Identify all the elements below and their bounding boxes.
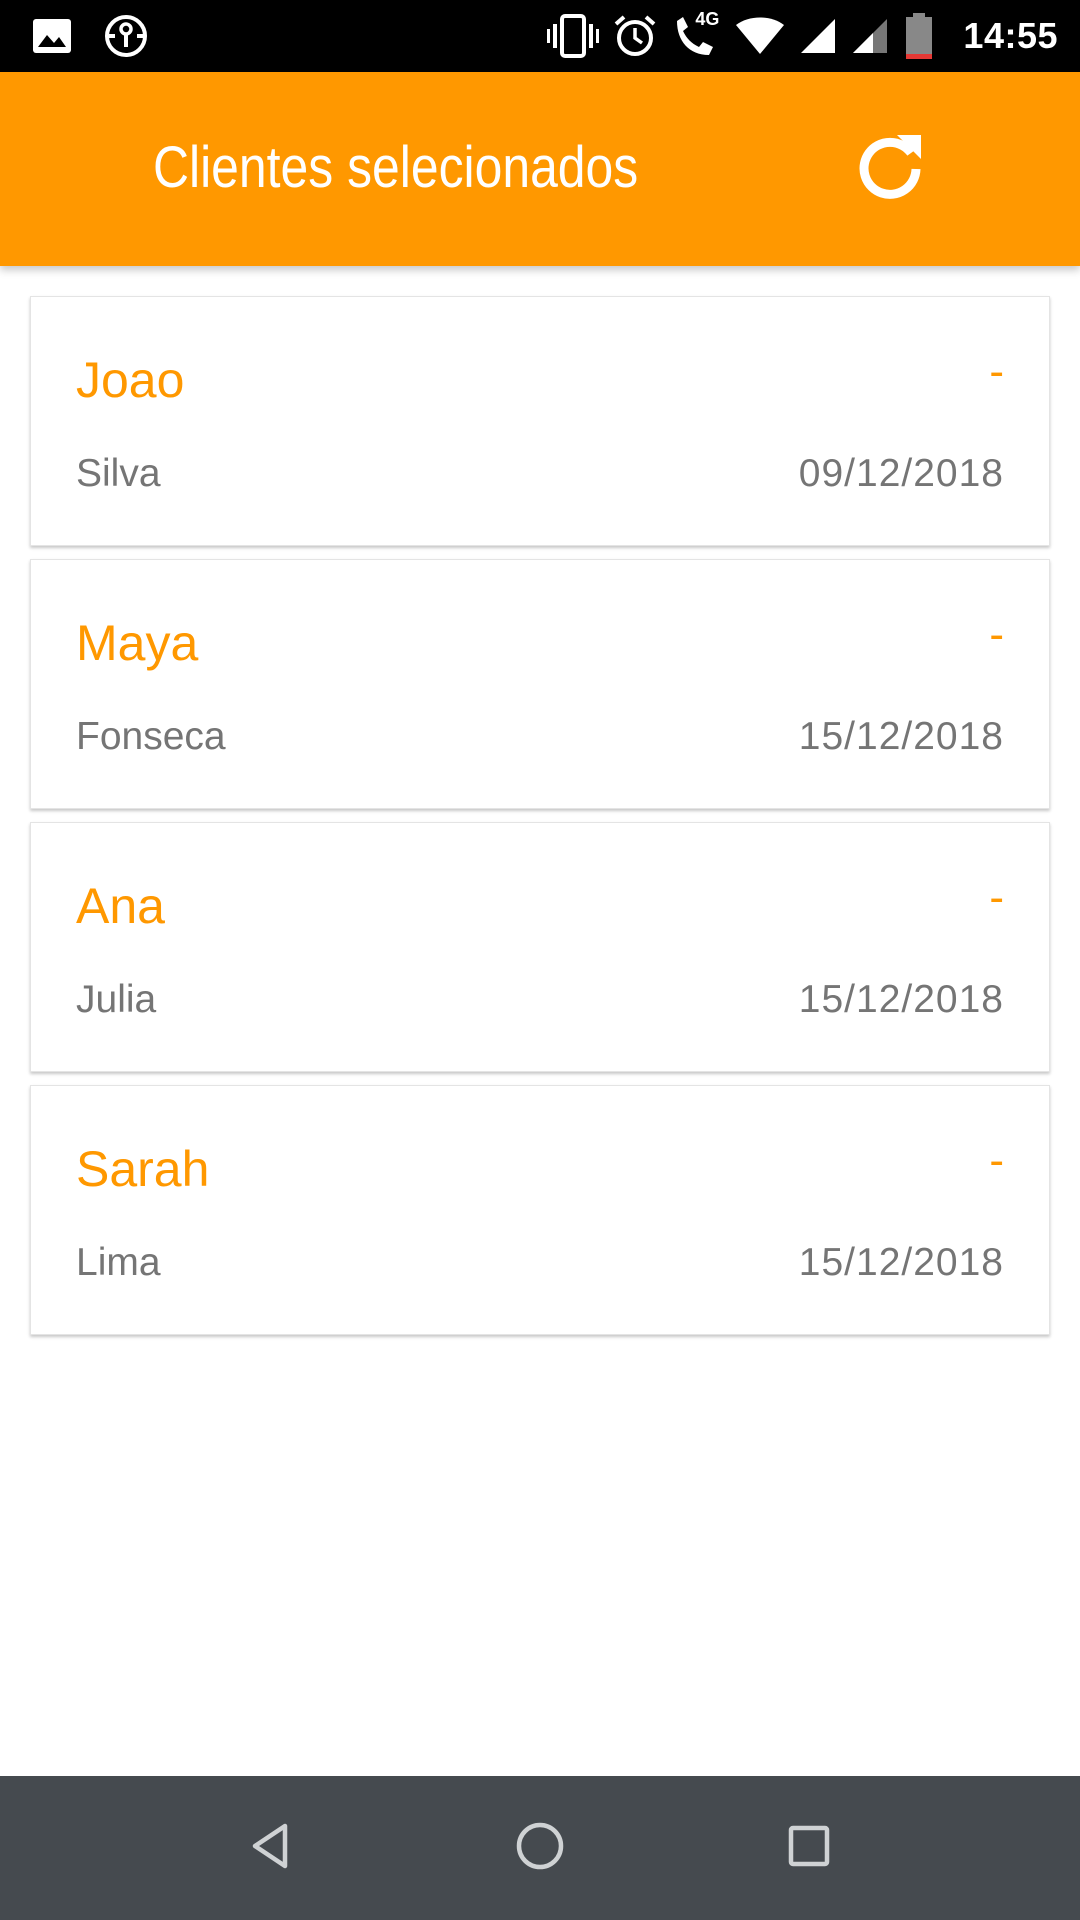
volte-call-icon: 4G [671, 9, 721, 59]
battery-low-icon [903, 12, 935, 60]
refresh-icon [853, 127, 927, 206]
home-icon [513, 1819, 567, 1878]
back-button[interactable] [235, 1812, 307, 1884]
client-indicator: - [989, 873, 1004, 922]
alarm-icon [613, 14, 657, 58]
vpn-key-icon [102, 12, 150, 60]
client-surname: Silva [76, 452, 161, 495]
client-card-ana[interactable]: Ana - Julia 15/12/2018 [30, 822, 1050, 1072]
network-type-label: 4G [695, 9, 720, 29]
vibrate-icon [547, 14, 600, 58]
client-date: 15/12/2018 [798, 1241, 1004, 1284]
back-icon [245, 1820, 297, 1877]
client-card-joao[interactable]: Joao - Silva 09/12/2018 [30, 296, 1050, 546]
recents-button[interactable] [773, 1812, 845, 1884]
client-date: 15/12/2018 [798, 715, 1004, 758]
client-date: 15/12/2018 [798, 978, 1004, 1021]
wifi-icon [735, 16, 785, 56]
client-date: 09/12/2018 [798, 452, 1004, 495]
client-surname: Lima [76, 1241, 161, 1284]
navigation-bar [0, 1776, 1080, 1920]
client-indicator: - [989, 1136, 1004, 1185]
client-card-maya[interactable]: Maya - Fonseca 15/12/2018 [30, 559, 1050, 809]
client-name: Ana [76, 878, 165, 934]
client-card-sarah[interactable]: Sarah - Lima 15/12/2018 [30, 1085, 1050, 1335]
recents-icon [785, 1822, 833, 1875]
page-title: Clientes selecionados [153, 135, 639, 200]
signal-2-icon [851, 17, 889, 55]
client-surname: Fonseca [76, 715, 226, 758]
home-button[interactable] [504, 1812, 576, 1884]
gallery-icon [32, 18, 72, 54]
client-indicator: - [989, 610, 1004, 659]
refresh-button[interactable] [846, 122, 934, 210]
status-bar: 4G 14:55 [0, 0, 1080, 72]
client-name: Sarah [76, 1141, 210, 1197]
client-name: Maya [76, 615, 199, 671]
client-indicator: - [989, 347, 1004, 396]
app-bar: Clientes selecionados [0, 72, 1080, 266]
status-time: 14:55 [963, 15, 1058, 56]
client-name: Joao [76, 352, 185, 408]
signal-icon [799, 17, 837, 55]
client-surname: Julia [76, 978, 157, 1021]
